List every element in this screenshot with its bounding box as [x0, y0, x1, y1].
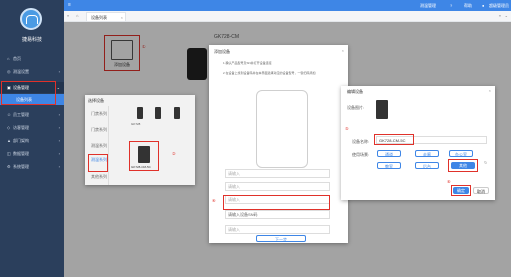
edit-device-dialog: 编辑设备 × 设备图片: ⑤ 设备名称: GK728-CM-5C 使用场景: 通…	[341, 86, 495, 200]
top-help[interactable]: 帮助	[464, 0, 472, 11]
home-icon: ⌂	[7, 56, 10, 61]
form-field[interactable]: 请输入	[225, 169, 330, 178]
device-type-dialog: 选择设备 门禁系列 门禁系列 测温系列 测温系列 其他系列 GK728 GK72…	[85, 95, 195, 185]
sidebar-item-dept[interactable]: ▲ 部门架构 ›	[0, 135, 64, 146]
close-icon[interactable]: ×	[342, 48, 344, 53]
category-item[interactable]: 门禁系列	[91, 111, 107, 117]
sidebar-item-system[interactable]: ⚙ 系统管理 ›	[0, 161, 64, 172]
name-label: 设备名称:	[352, 139, 370, 144]
sidebar-item-data[interactable]: ◫ 数据管理 ›	[0, 148, 64, 159]
device-thumb[interactable]	[174, 107, 180, 119]
data-icon: ◫	[7, 151, 11, 156]
edit-device-title: 编辑设备	[347, 89, 363, 94]
category-item[interactable]: 测温系列	[91, 143, 107, 149]
highlight-box-category	[88, 154, 108, 172]
staff-icon: ☺	[7, 112, 12, 117]
step-number-2: ②	[172, 151, 176, 156]
add-device-dialog: 添加设备 × 1 确认产品型号及SN并打开设备连接 2 在设备上找到设备码并在本…	[209, 45, 348, 243]
tab-device-list[interactable]: 设备列表 ×	[86, 12, 126, 21]
menu-toggle-icon[interactable]: ≡	[68, 0, 71, 11]
close-tab-icon[interactable]: ×	[121, 13, 123, 22]
instruction-step: 1 确认产品型号及SN并打开设备连接	[223, 61, 272, 65]
phone-illustration	[256, 90, 308, 168]
sidebar: 捷易科技 ⌂ 首页 ◎ 测温设置 › ▣ 设备管理 ⌄ 设备列表 ☺ 员工管理 › ◇ 访客管理…	[0, 0, 64, 277]
device-thumb[interactable]	[137, 107, 143, 119]
sidebar-item-visitor[interactable]: ◇ 访客管理 ›	[0, 122, 64, 133]
highlight-box-sidebar	[1, 81, 56, 105]
tab-next-icon[interactable]: »	[499, 13, 501, 18]
logo-icon	[20, 8, 42, 30]
temp-icon: ◎	[7, 69, 11, 74]
top-bar: ≡ 测温管理 ? 帮助 ● 超级管理员	[64, 0, 511, 11]
tab-bar: « ⌂ 设备列表 × » ⌄	[64, 11, 511, 22]
home-tab-icon[interactable]: ⌂	[76, 13, 78, 18]
device-thumb-label: GK728	[131, 122, 141, 126]
highlight-box-scene[interactable]	[448, 159, 478, 172]
form-field[interactable]: 请输入	[225, 225, 330, 234]
highlight-box-name[interactable]	[374, 134, 414, 145]
top-nav-item[interactable]: 测温管理	[420, 0, 436, 11]
instruction-step: 2 在设备上找到设备码并在本界面选择对应的设备型号，一键扫码添加	[223, 71, 316, 75]
highlight-box-confirm[interactable]	[451, 185, 471, 196]
brand-name: 捷易科技	[21, 37, 42, 43]
highlight-box-device[interactable]	[129, 141, 159, 171]
dept-icon: ▲	[7, 138, 11, 143]
cancel-button[interactable]: 取消	[473, 187, 489, 194]
image-label: 设备图片:	[347, 105, 365, 110]
help-icon[interactable]: ?	[450, 0, 452, 11]
category-list: 门禁系列 门禁系列 测温系列 测温系列 其他系列	[85, 106, 109, 185]
scene-option[interactable]: 走廊	[415, 150, 439, 157]
visitor-icon: ◇	[7, 125, 11, 130]
close-icon[interactable]: ×	[489, 88, 491, 93]
scene-option[interactable]: 办公室	[449, 150, 473, 157]
sidebar-item-temp[interactable]: ◎ 测温设置 ›	[0, 66, 64, 77]
tab-menu-icon[interactable]: ⌄	[505, 13, 508, 18]
settings-icon: ⚙	[7, 164, 11, 169]
user-avatar[interactable]: ●	[482, 0, 484, 11]
sidebar-item-home[interactable]: ⌂ 首页	[0, 53, 64, 64]
sn-code-input[interactable]: 请输入设备SN码	[225, 210, 330, 219]
highlight-box-sn[interactable]	[223, 195, 330, 210]
device-thumb[interactable]	[155, 107, 161, 119]
device-image-preview	[376, 100, 388, 119]
refresh-icon[interactable]: ↻	[484, 160, 487, 165]
step-number-6: ⑥	[447, 179, 451, 184]
step-number-4: ④	[212, 198, 216, 203]
form-field[interactable]: 请输入	[225, 182, 330, 191]
scene-label: 使用场景:	[352, 152, 370, 157]
category-item[interactable]: 其他系列	[91, 174, 107, 180]
next-button[interactable]: 下一步	[256, 235, 306, 242]
scene-option[interactable]: 通道	[377, 150, 401, 157]
add-device-title: 添加设备	[214, 49, 230, 54]
user-name[interactable]: 超级管理员	[489, 0, 509, 11]
category-item[interactable]: 门禁系列	[91, 127, 107, 133]
scene-option[interactable]: 后台	[415, 162, 439, 169]
scene-option[interactable]: 教室	[377, 162, 401, 169]
step-number-5: ⑤	[345, 126, 349, 131]
tab-prev-icon[interactable]: «	[67, 13, 69, 18]
sidebar-item-staff[interactable]: ☺ 员工管理 ›	[0, 109, 64, 120]
device-type-title: 选择设备	[88, 98, 104, 103]
